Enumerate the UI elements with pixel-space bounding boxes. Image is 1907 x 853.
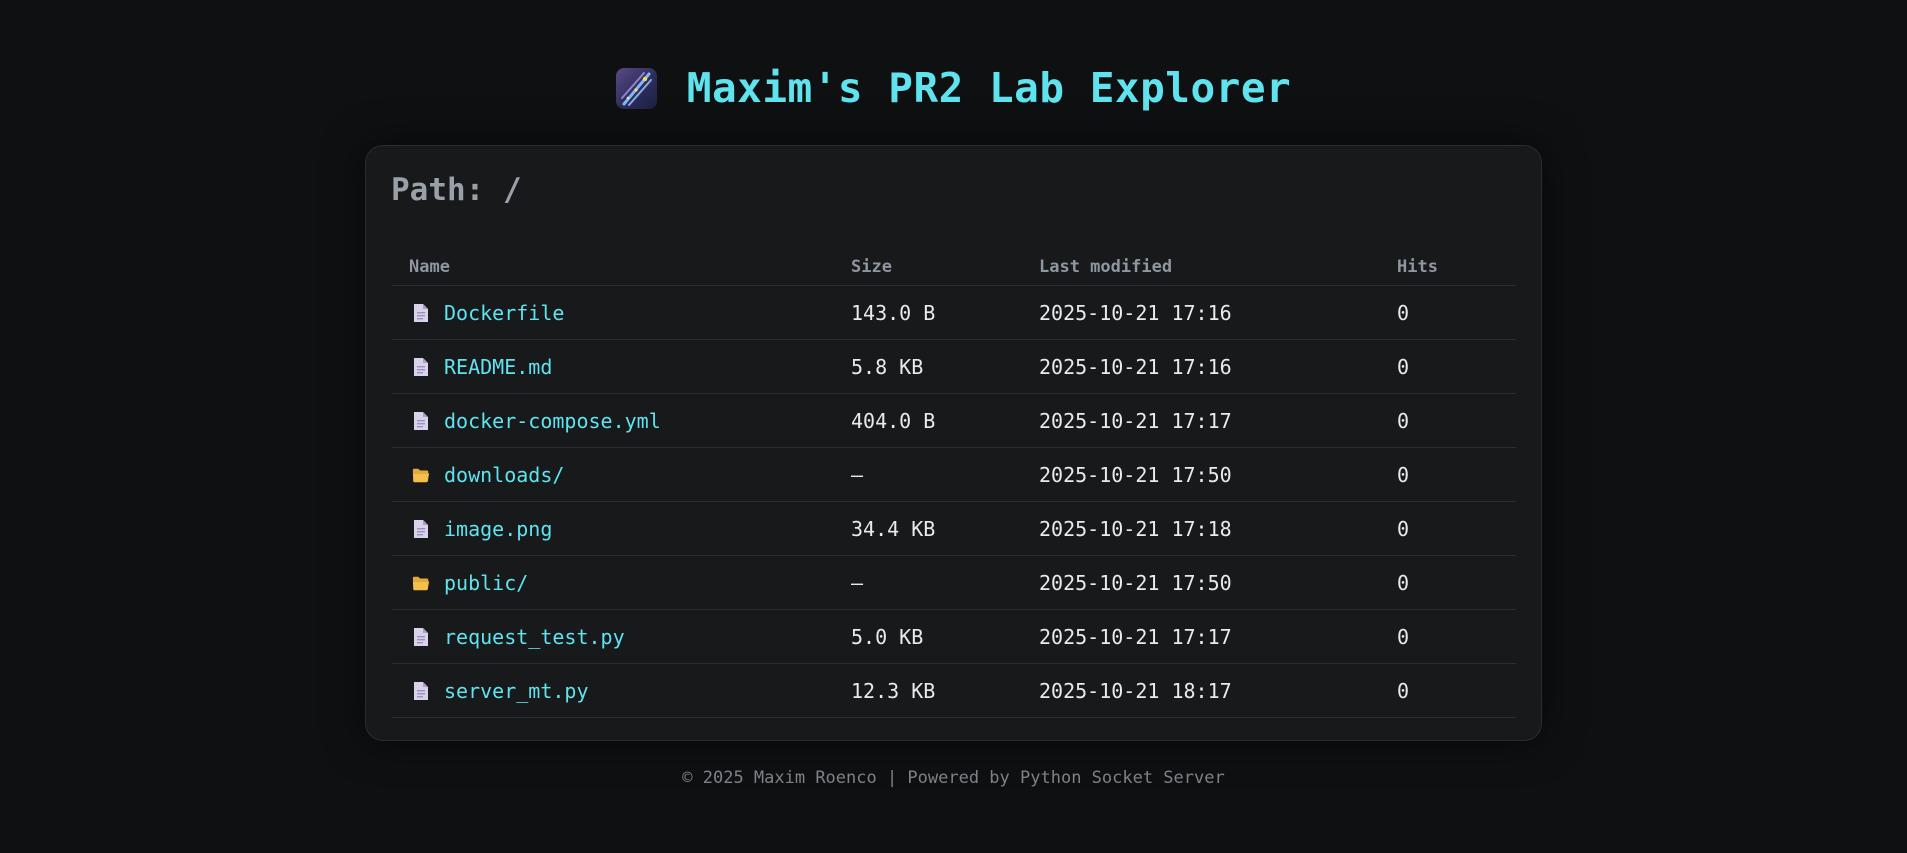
size-cell: 5.8 KB [851, 355, 924, 379]
name-cell: README.md [412, 355, 552, 379]
file-icon [412, 681, 430, 701]
size-cell: 34.4 KB [851, 517, 936, 541]
column-header-name[interactable]: Name [409, 257, 450, 277]
name-cell: server_mt.py [412, 679, 589, 703]
table-row: request_test.py 5.0 KB 2025-10-21 17:17 0 [392, 610, 1516, 664]
file-icon [412, 411, 430, 431]
file-link[interactable]: request_test.py [444, 625, 625, 649]
hits-cell: 0 [1397, 355, 1410, 379]
file-browser-card: Path: / Name Size Last modified Hits Doc… [365, 145, 1542, 741]
page-title: Maxim's PR2 Lab Explorer [686, 64, 1292, 112]
size-cell: 404.0 B [851, 409, 936, 433]
size-cell: — [851, 463, 864, 487]
table-header: Name Size Last modified Hits [392, 244, 1516, 286]
size-cell: 5.0 KB [851, 625, 924, 649]
modified-cell: 2025-10-21 17:18 [1039, 517, 1232, 541]
table-row: downloads/ — 2025-10-21 17:50 0 [392, 448, 1516, 502]
shooting-star-icon [615, 67, 657, 109]
table-row: image.png 34.4 KB 2025-10-21 17:18 0 [392, 502, 1516, 556]
column-header-last-modified[interactable]: Last modified [1039, 257, 1172, 277]
modified-cell: 2025-10-21 17:50 [1039, 463, 1232, 487]
table-row: README.md 5.8 KB 2025-10-21 17:16 0 [392, 340, 1516, 394]
page-header: Maxim's PR2 Lab Explorer [0, 62, 1907, 114]
size-cell: — [851, 571, 864, 595]
file-link[interactable]: README.md [444, 355, 552, 379]
hits-cell: 0 [1397, 409, 1410, 433]
hits-cell: 0 [1397, 571, 1410, 595]
table-row: Dockerfile 143.0 B 2025-10-21 17:16 0 [392, 286, 1516, 340]
hits-cell: 0 [1397, 463, 1410, 487]
file-link[interactable]: docker-compose.yml [444, 409, 661, 433]
modified-cell: 2025-10-21 18:17 [1039, 679, 1232, 703]
hits-cell: 0 [1397, 679, 1410, 703]
name-cell: image.png [412, 517, 552, 541]
current-path: Path: / [391, 172, 522, 208]
table-row: public/ — 2025-10-21 17:50 0 [392, 556, 1516, 610]
name-cell: request_test.py [412, 625, 625, 649]
modified-cell: 2025-10-21 17:16 [1039, 355, 1232, 379]
table-row: server_mt.py 12.3 KB 2025-10-21 18:17 0 [392, 664, 1516, 718]
size-cell: 12.3 KB [851, 679, 936, 703]
file-icon [412, 357, 430, 377]
folder-icon [412, 573, 430, 593]
modified-cell: 2025-10-21 17:16 [1039, 301, 1232, 325]
file-icon [412, 303, 430, 323]
file-table: Name Size Last modified Hits Dockerfile 1… [392, 244, 1516, 718]
folder-link[interactable]: public/ [444, 571, 528, 595]
size-cell: 143.0 B [851, 301, 936, 325]
modified-cell: 2025-10-21 17:17 [1039, 409, 1232, 433]
file-link[interactable]: server_mt.py [444, 679, 589, 703]
folder-icon [412, 465, 430, 485]
name-cell: docker-compose.yml [412, 409, 661, 433]
modified-cell: 2025-10-21 17:17 [1039, 625, 1232, 649]
name-cell: downloads/ [412, 463, 564, 487]
file-icon [412, 519, 430, 539]
file-icon [412, 627, 430, 647]
modified-cell: 2025-10-21 17:50 [1039, 571, 1232, 595]
name-cell: Dockerfile [412, 301, 564, 325]
folder-link[interactable]: downloads/ [444, 463, 564, 487]
table-row: docker-compose.yml 404.0 B 2025-10-21 17:1… [392, 394, 1516, 448]
name-cell: public/ [412, 571, 528, 595]
file-link[interactable]: image.png [444, 517, 552, 541]
hits-cell: 0 [1397, 517, 1410, 541]
column-header-size[interactable]: Size [851, 257, 892, 277]
column-header-hits[interactable]: Hits [1397, 257, 1438, 277]
footer-text: © 2025 Maxim Roenco | Powered by Python … [682, 768, 1225, 788]
table-body: Dockerfile 143.0 B 2025-10-21 17:16 0 README… [392, 286, 1516, 718]
hits-cell: 0 [1397, 301, 1410, 325]
hits-cell: 0 [1397, 625, 1410, 649]
file-link[interactable]: Dockerfile [444, 301, 564, 325]
